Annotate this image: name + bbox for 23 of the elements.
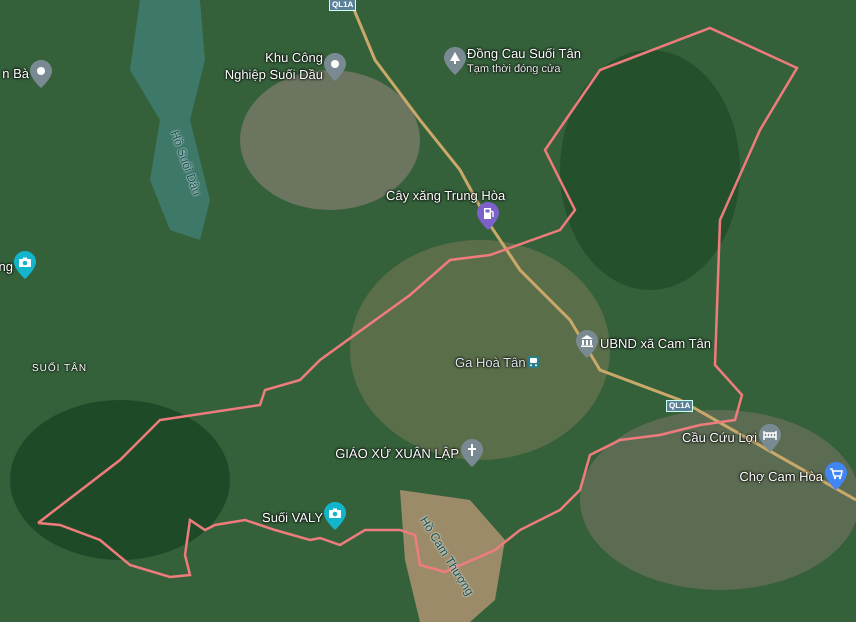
road-shield: QL1A <box>666 400 694 412</box>
place-label: n Bà <box>2 65 29 82</box>
lake-label: Hồ Suối Dầu <box>168 128 204 198</box>
cross-pin-icon[interactable] <box>461 439 483 467</box>
place-label: Khu Công Nghiệp Suối Dầu <box>224 49 323 83</box>
place-label: Đồng Cau Suối Tân <box>467 45 581 62</box>
fuel-pump-pin-icon[interactable] <box>477 202 499 230</box>
road-shield: QL1A <box>329 0 356 11</box>
map-pin-icon[interactable] <box>30 60 52 88</box>
building-pin-icon[interactable] <box>576 330 598 358</box>
place-label: UBND xã Cam Tân <box>600 335 712 352</box>
area-label: SUỐI TÂN <box>32 363 88 374</box>
map-pin-icon[interactable] <box>324 53 346 81</box>
place-status: Tạm thời đóng cửa <box>467 63 560 76</box>
tree-pin-icon[interactable] <box>444 47 466 75</box>
train-icon[interactable] <box>528 356 539 368</box>
place-label: Suối VALY <box>262 509 323 526</box>
camera-pin-icon[interactable] <box>14 251 36 279</box>
bridge-pin-icon[interactable] <box>759 424 781 452</box>
cart-pin-icon[interactable] <box>825 462 847 490</box>
camera-pin-icon[interactable] <box>324 502 346 530</box>
place-label: Ga Hoà Tân <box>455 354 526 371</box>
place-label: GIÁO XỨ XUÂN LẬP <box>335 445 459 462</box>
